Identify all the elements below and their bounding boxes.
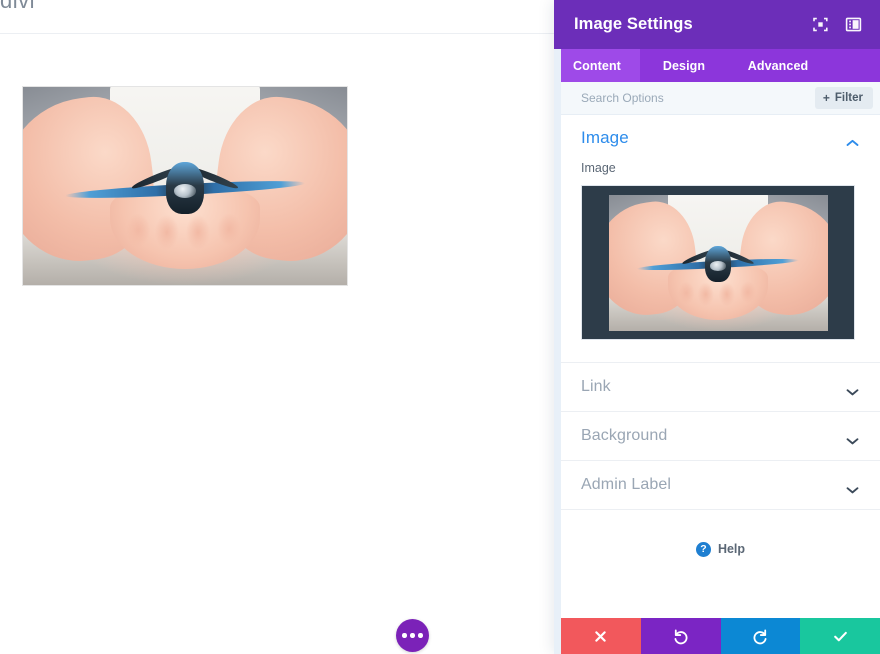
page-settings-ellipsis-button[interactable] (396, 619, 429, 652)
checkmark-icon (833, 631, 847, 641)
site-logo[interactable]: divi (0, 0, 35, 14)
image-field-label: Image (581, 161, 616, 175)
modal-tabs: Content Design Advanced (554, 49, 880, 82)
tab-content[interactable]: Content (554, 49, 640, 82)
group-image-header[interactable]: Image (561, 115, 880, 161)
undo-button[interactable] (640, 618, 721, 654)
help-label: Help (717, 542, 746, 556)
screen-root: divi Home About Services Contact (0, 0, 880, 654)
modal-header-actions (812, 16, 862, 33)
undo-arrow-icon (674, 629, 688, 644)
help-question-icon: ? (695, 541, 711, 557)
modal-header: Image Settings (554, 0, 880, 49)
page-image-artwork (23, 87, 347, 285)
modal-body[interactable]: Image Image Link Background Admin Label … (554, 115, 880, 618)
ellipsis-dot-icon (410, 633, 415, 638)
redo-arrow-icon (753, 629, 767, 644)
image-thumbnail (608, 194, 828, 331)
save-button[interactable] (800, 618, 880, 654)
image-thumbnail-artwork (608, 194, 828, 331)
filter-button[interactable]: + Filter (814, 87, 873, 109)
group-image-body: Image (561, 161, 880, 362)
group-background-title: Background (581, 427, 668, 444)
modal-title: Image Settings (574, 15, 693, 33)
image-settings-modal: Image Settings Content Design Advanced S… (554, 0, 880, 654)
cancel-button[interactable] (561, 618, 641, 654)
group-link-title: Link (581, 378, 611, 395)
plus-icon: + (822, 91, 830, 105)
redo-button[interactable] (720, 618, 801, 654)
group-image-title: Image (581, 128, 629, 147)
expand-view-icon[interactable] (812, 16, 829, 33)
image-upload-preview[interactable] (581, 185, 855, 340)
chevron-down-icon[interactable] (846, 432, 859, 445)
ellipsis-dot-icon (418, 633, 423, 638)
group-background[interactable]: Background (561, 412, 880, 461)
panel-layout-icon[interactable] (845, 16, 862, 33)
group-admin-label[interactable]: Admin Label (561, 461, 880, 510)
tab-design[interactable]: Design (640, 49, 728, 82)
search-options-row: + Filter (554, 82, 880, 115)
close-x-icon (595, 630, 607, 642)
tab-advanced[interactable]: Advanced (728, 49, 828, 82)
chevron-down-icon[interactable] (846, 383, 859, 396)
chevron-down-icon[interactable] (846, 481, 859, 494)
modal-footer-actions (561, 618, 880, 654)
chevron-up-icon[interactable] (846, 134, 859, 146)
filter-button-label: Filter (834, 92, 863, 104)
group-link[interactable]: Link (561, 363, 880, 412)
group-admin-label-title: Admin Label (581, 476, 672, 493)
group-image: Image Image (561, 115, 880, 362)
ellipsis-dot-icon (402, 633, 407, 638)
help-row[interactable]: ? Help (561, 520, 880, 578)
page-image-module[interactable] (22, 86, 348, 286)
search-options-input[interactable] (581, 91, 815, 105)
